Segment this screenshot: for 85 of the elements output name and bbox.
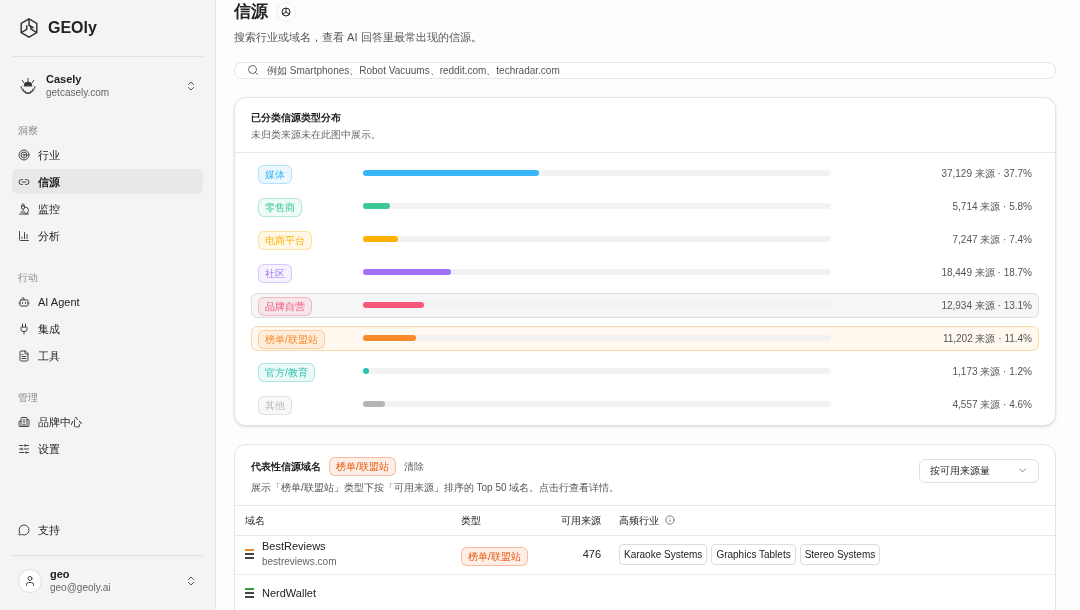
page-subtitle: 搜索行业或域名，查看 AI 回答里最常出现的信源。 (234, 30, 483, 45)
sort-dropdown[interactable]: 按可用来源量 (919, 458, 1039, 483)
domain-url: bestreviews.com (262, 554, 337, 569)
target-icon (18, 148, 30, 161)
plug-icon (18, 322, 30, 335)
category-tag: 媒体 (258, 165, 292, 184)
nav-item[interactable]: 设置 (12, 436, 203, 462)
category-tag: 官方/教育 (258, 363, 315, 382)
robot-icon (18, 295, 30, 308)
category-tag: 其他 (258, 396, 292, 415)
chevrons-icon (185, 574, 197, 587)
distribution-row[interactable]: 社区 18,449 来源 · 18.7% (251, 259, 1039, 285)
source-count: 476 (581, 547, 601, 563)
distribution-row[interactable]: 榜单/联盟站 11,202 来源 · 11.4% (251, 325, 1039, 351)
avatar-icon (18, 568, 42, 593)
sunrise-logo-icon (18, 76, 38, 97)
support-link[interactable]: 支持 (12, 517, 203, 543)
domain-name[interactable]: BestReviews (262, 540, 337, 554)
nav-item[interactable]: AI Agent (12, 289, 203, 315)
count-reading: 37,129 来源 · 37.7% (941, 166, 1032, 181)
bar-chart-icon (18, 229, 30, 242)
card-title: 已分类信源类型分布 (251, 110, 342, 125)
logo-icon (18, 17, 40, 39)
page-title: 信源 (234, 1, 268, 23)
industry-tag: Karaoke Systems (619, 544, 708, 565)
section-title: 洞察 (17, 124, 39, 139)
column-header: 可用来源 (560, 513, 601, 528)
nav-item[interactable]: 信源 (12, 169, 203, 195)
distribution-row[interactable]: 其他 4,557 来源 · 4.6% (251, 391, 1039, 417)
column-header: 高频行业 (619, 513, 659, 528)
count-reading: 18,449 来源 · 18.7% (941, 265, 1032, 280)
brand-name: GEOly (48, 18, 97, 38)
nav-item[interactable]: 集成 (12, 316, 203, 342)
count-reading: 11,202 来源 · 11.4% (942, 331, 1032, 346)
nav-item[interactable]: 行业 (12, 142, 203, 168)
search-input[interactable]: 例如 Smartphones、Robot Vacuums、reddit.com、techradar.com (267, 62, 1043, 78)
distribution-row[interactable]: 品牌自营 12,934 来源 · 13.1% (251, 292, 1039, 318)
workspace-name: Casely (46, 73, 83, 87)
nav-item[interactable]: 分析 (12, 223, 203, 249)
count-reading: 12,934 来源 · 13.1% (941, 298, 1032, 313)
type-tag: 榜单/联盟站 (461, 546, 528, 566)
user-name: geo (50, 567, 71, 582)
chevrons-icon (185, 80, 197, 93)
site-favicon-icon (245, 588, 254, 599)
section-title: 行动 (17, 271, 39, 286)
microscope-icon (18, 202, 30, 215)
domain-name[interactable]: NerdWallet (262, 586, 316, 601)
user-menu[interactable]: geo geo@geoly.ai (12, 554, 203, 606)
count-reading: 4,557 来源 · 4.6% (952, 397, 1032, 412)
distribution-row[interactable]: 媒体 37,129 来源 · 37.7% (251, 160, 1039, 186)
card-subtitle: 展示「榜单/联盟站」类型下按「可用来源」排序的 Top 50 域名。点击行查看详情。 (251, 480, 621, 495)
distribution-row[interactable]: 官方/教育 1,173 来源 · 1.2% (251, 358, 1039, 384)
nav-item[interactable]: 品牌中心 (12, 409, 203, 435)
sliders-icon (18, 442, 30, 455)
category-tag: 社区 (258, 264, 292, 283)
chat-bubble-icon (18, 524, 30, 537)
filter-tag: 榜单/联盟站 (329, 456, 396, 476)
category-tag: 零售商 (258, 198, 302, 217)
column-header: 类型 (461, 513, 482, 528)
workspace-switcher[interactable]: Casely getcasely.com (12, 57, 203, 116)
workspace-domain: getcasely.com (46, 86, 111, 100)
clear-link[interactable]: 清除 (403, 458, 424, 474)
category-tag: 电商平台 (258, 231, 312, 250)
nav-item[interactable]: 监控 (12, 196, 203, 222)
industry-tag: Graphics Tablets (711, 544, 796, 565)
column-header: 域名 (245, 513, 266, 528)
info-icon (665, 515, 675, 525)
category-tag: 品牌自营 (258, 297, 312, 316)
search-icon (247, 64, 259, 76)
site-favicon-icon (245, 549, 254, 560)
industry-tag: Stereo Systems (799, 544, 881, 565)
document-icon (18, 349, 30, 362)
count-reading: 5,714 来源 · 5.8% (952, 199, 1032, 214)
count-reading: 1,173 来源 · 1.2% (952, 364, 1032, 379)
count-reading: 7,247 来源 · 7.4% (952, 232, 1032, 247)
card-subtitle: 未归类来源未在此图中展示。 (251, 127, 382, 142)
user-email: geo@geoly.ai (50, 581, 112, 594)
section-title: 管理 (17, 391, 39, 406)
nav-item[interactable]: 工具 (12, 343, 203, 369)
category-tag: 榜单/联盟站 (258, 330, 325, 349)
search-field[interactable]: 例如 Smartphones、Robot Vacuums、reddit.com、techradar.com (234, 61, 1056, 79)
card-title: 代表性信源域名 (251, 459, 321, 474)
distribution-row[interactable]: 电商平台 7,247 来源 · 7.4% (251, 226, 1039, 252)
building-icon (18, 415, 30, 428)
distribution-row[interactable]: 零售商 5,714 来源 · 5.8% (251, 193, 1039, 219)
